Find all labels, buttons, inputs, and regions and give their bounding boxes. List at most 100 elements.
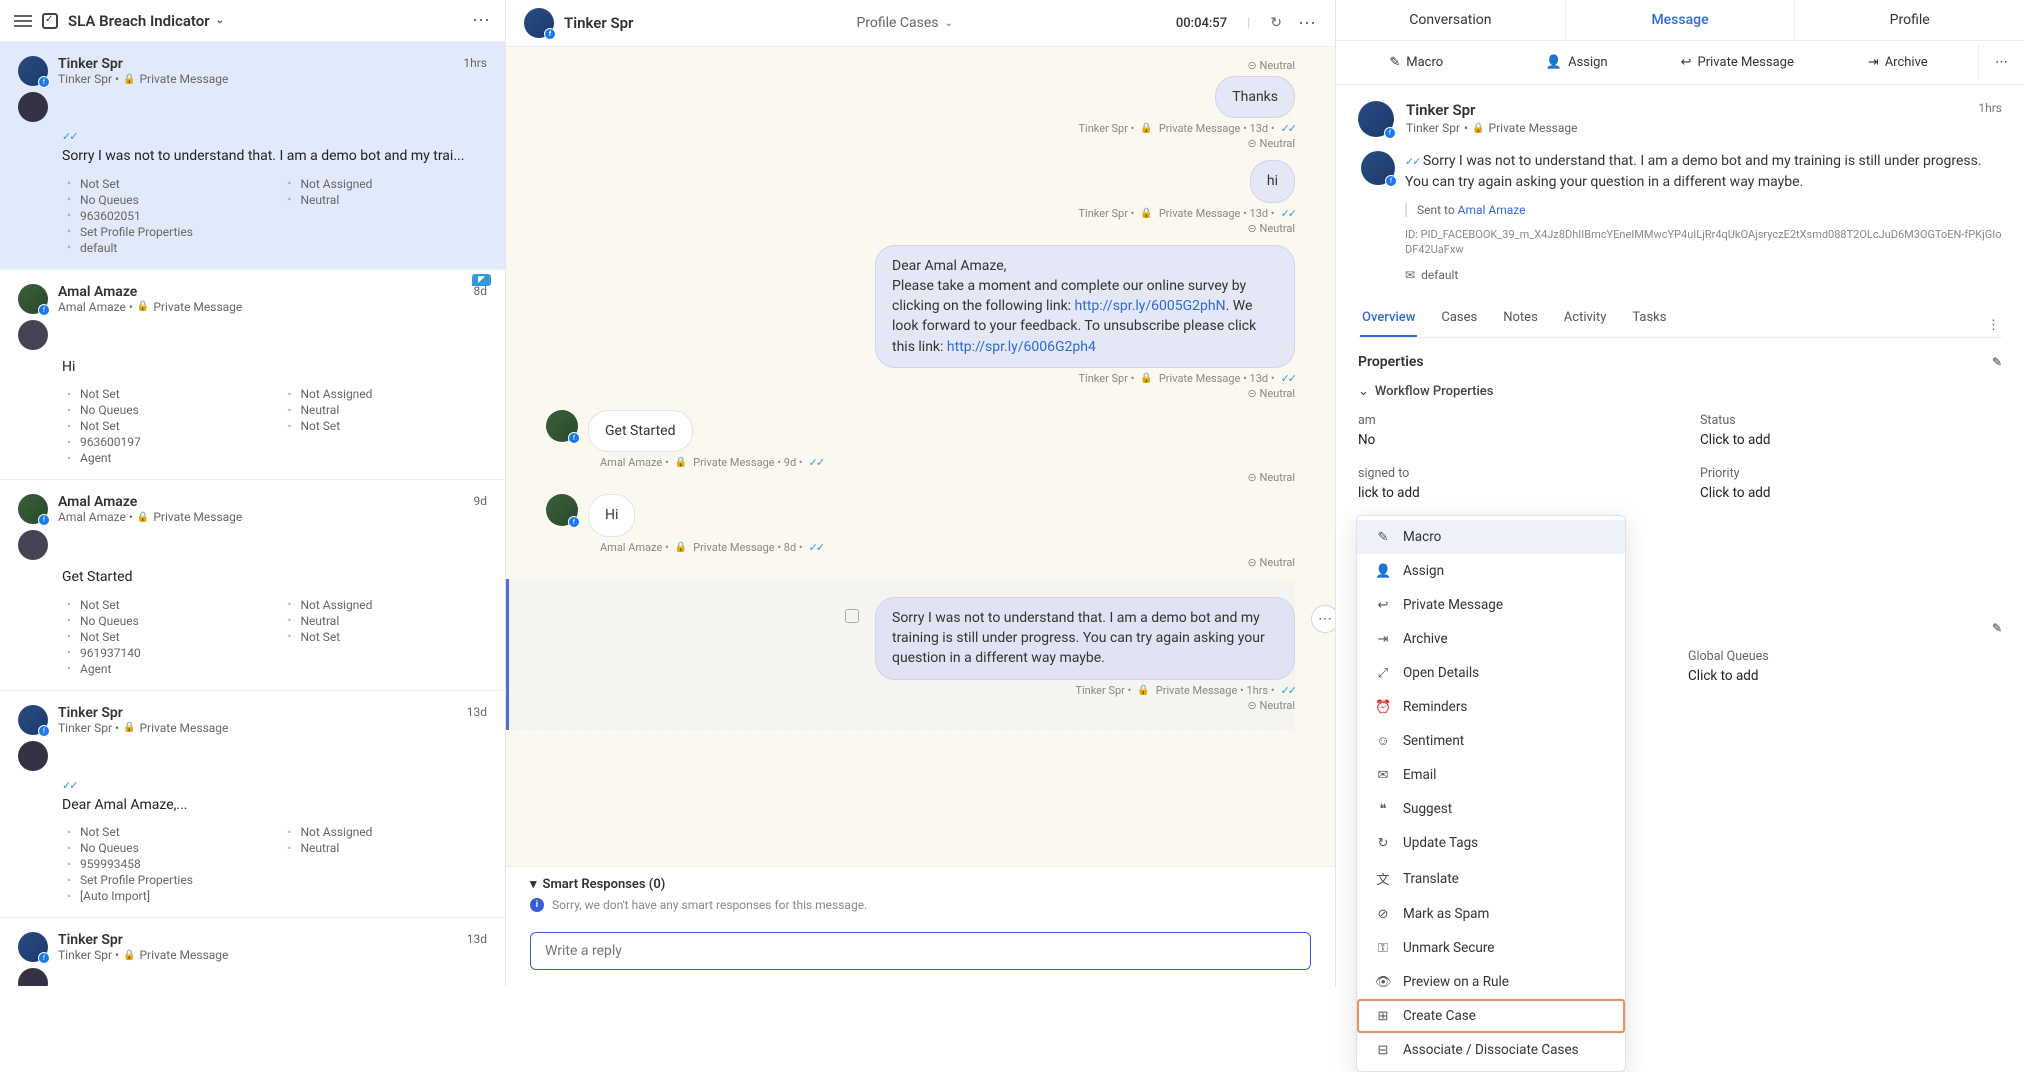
tag-icon: ✉: [1405, 268, 1415, 282]
ctx-macro[interactable]: ✎Macro: [1357, 520, 1625, 554]
property-value: Click to add: [1688, 668, 2002, 684]
private-message-icon: ↩: [1375, 598, 1391, 613]
caret-down-icon[interactable]: ▾: [530, 877, 537, 892]
profile-cases-dropdown[interactable]: Profile Cases⌄: [647, 15, 1161, 31]
action-assign[interactable]: 👤 Assign: [1497, 45, 1658, 80]
list-title[interactable]: SLA Breach Indicator⌄: [68, 12, 462, 30]
profile-name: Tinker Spr: [1406, 101, 1577, 119]
ctx-open-details[interactable]: ⤢Open Details: [1357, 656, 1625, 690]
preview-on-a-rule-icon: 👁: [1375, 975, 1391, 990]
macro-icon: ✎: [1375, 530, 1391, 545]
ctx-mark-as-spam[interactable]: ⊘Mark as Spam: [1357, 897, 1625, 931]
lock-icon: 🔒: [1140, 123, 1152, 134]
subtab-tasks[interactable]: Tasks: [1630, 300, 1668, 337]
tab-message[interactable]: Message: [1565, 0, 1795, 40]
item-preview: Dear Amal Amaze,...: [62, 796, 487, 816]
lock-icon: 🔒: [123, 722, 135, 733]
item-preview: Get Started: [62, 568, 487, 588]
lock-icon: 🔒: [675, 457, 687, 468]
more-icon[interactable]: ⋯: [1978, 45, 2024, 80]
context-menu: ✎Macro👤Assign↩Private Message⇥Archive⤢Op…: [1356, 515, 1626, 1072]
action-row: ✎ Macro👤 Assign↩ Private Message⇥ Archiv…: [1336, 41, 2024, 85]
list-item[interactable]: f Amal Amaze Amal Amaze • 🔒 Private Mess…: [0, 480, 505, 691]
avatar: [18, 320, 48, 350]
property-cell[interactable]: PriorityClick to add: [1700, 466, 2002, 501]
item-preview: Hi: [62, 358, 487, 378]
ctx-email[interactable]: ✉Email: [1357, 758, 1625, 792]
link[interactable]: http://spr.ly/6005G2phN: [1075, 298, 1226, 314]
action-archive[interactable]: ⇥ Archive: [1818, 45, 1979, 80]
timer: 00:04:57: [1176, 16, 1227, 31]
create-case-icon: ⊞: [1375, 1009, 1391, 1024]
select-checkbox[interactable]: [845, 609, 859, 623]
refresh-icon[interactable]: ↻: [1270, 15, 1282, 31]
message-more-icon[interactable]: ⋯: [1311, 605, 1335, 633]
property-cell[interactable]: StatusClick to add: [1700, 413, 2002, 448]
profile-time: 1hrs: [1978, 101, 2002, 115]
checkbox-icon[interactable]: [42, 13, 58, 29]
property-cell[interactable]: signed tolick to add: [1358, 466, 1660, 501]
ctx-archive[interactable]: ⇥Archive: [1357, 622, 1625, 656]
avatar: f: [546, 410, 578, 442]
tab-conversation[interactable]: Conversation: [1336, 0, 1565, 40]
list-item[interactable]: f Tinker Spr Tinker Spr • 🔒 Private Mess…: [0, 42, 505, 270]
list-item[interactable]: f Tinker Spr Tinker Spr • 🔒 Private Mess…: [0, 691, 505, 919]
facebook-badge-icon: f: [38, 725, 50, 737]
message-meta: Tinker Spr • 🔒 Private Message • 13d • ✓…: [546, 372, 1295, 385]
subtab-notes[interactable]: Notes: [1501, 300, 1540, 337]
more-icon[interactable]: ⋯: [472, 10, 491, 31]
item-time: 13d: [467, 705, 487, 719]
more-icon[interactable]: ⋯: [1298, 13, 1317, 34]
edit-icon[interactable]: ✎: [1992, 355, 2002, 369]
ctx-preview-on-a-rule[interactable]: 👁Preview on a Rule: [1357, 965, 1625, 999]
workflow-properties-toggle[interactable]: ⌄ Workflow Properties: [1358, 384, 2002, 399]
link[interactable]: http://spr.ly/6006G2ph4: [947, 339, 1096, 355]
action-macro[interactable]: ✎ Macro: [1336, 45, 1497, 80]
property-cell[interactable]: Global QueuesClick to add: [1688, 649, 2002, 684]
ctx-translate[interactable]: 文Translate: [1357, 860, 1625, 897]
reply-input[interactable]: [530, 932, 1311, 970]
subtab-activity[interactable]: Activity: [1562, 300, 1609, 337]
reminders-icon: ⏰: [1375, 700, 1391, 715]
conversation-title: f Tinker Spr: [524, 8, 633, 38]
ctx-create-case[interactable]: ⊞Create Case: [1357, 999, 1625, 1033]
menu-icon[interactable]: [14, 15, 32, 27]
more-icon[interactable]: ⋮: [1985, 308, 2002, 343]
list-item[interactable]: ◤ f Amal Amaze Amal Amaze • 🔒 Private Me…: [0, 270, 505, 481]
ctx-update-tags[interactable]: ↻Update Tags: [1357, 826, 1625, 860]
avatar: f: [18, 705, 48, 735]
item-name: Tinker Spr: [58, 56, 487, 72]
lock-icon: 🔒: [123, 950, 135, 961]
sentiment-badge: ⊝ Neutral: [1248, 387, 1295, 400]
subtab-overview[interactable]: Overview: [1360, 300, 1417, 337]
associate-dissociate-cases-icon: ⊟: [1375, 1043, 1391, 1058]
subtab-cases[interactable]: Cases: [1439, 300, 1479, 337]
ctx-suggest[interactable]: ❝Suggest: [1357, 792, 1625, 826]
ctx-private-message[interactable]: ↩Private Message: [1357, 588, 1625, 622]
list-item[interactable]: f Tinker Spr Tinker Spr • 🔒 Private Mess…: [0, 918, 505, 986]
ctx-assign[interactable]: 👤Assign: [1357, 554, 1625, 588]
private-message-icon: ↩: [1681, 55, 1692, 70]
avatar: [18, 92, 48, 122]
ctx-associate-dissociate-cases[interactable]: ⊟Associate / Dissociate Cases: [1357, 1033, 1625, 1067]
sentiment-badge: ⊝ Neutral: [1248, 137, 1295, 150]
property-cell[interactable]: amNo: [1358, 413, 1660, 448]
avatar: f: [18, 56, 48, 86]
lock-icon: 🔒: [1137, 685, 1149, 696]
lock-icon: 🔒: [675, 542, 687, 553]
ctx-unmark-secure[interactable]: ⚿Unmark Secure: [1357, 931, 1625, 965]
macro-icon: ✎: [1389, 55, 1400, 70]
item-name: Tinker Spr: [58, 932, 487, 948]
chat-message: fHiAmal Amaze • 🔒 Private Message • 8d •…: [546, 494, 1295, 568]
action-private-message[interactable]: ↩ Private Message: [1657, 45, 1818, 80]
facebook-badge-icon: f: [38, 304, 50, 316]
ctx-sentiment[interactable]: ☺Sentiment: [1357, 724, 1625, 758]
avatar: f: [546, 494, 578, 526]
recipient-link[interactable]: Amal Amaze: [1458, 203, 1526, 217]
ctx-reminders[interactable]: ⏰Reminders: [1357, 690, 1625, 724]
avatar: [18, 968, 48, 986]
property-label: Priority: [1700, 466, 2002, 481]
mark-as-spam-icon: ⊘: [1375, 907, 1391, 922]
edit-icon[interactable]: ✎: [1992, 621, 2002, 635]
tab-profile[interactable]: Profile: [1794, 0, 2024, 40]
